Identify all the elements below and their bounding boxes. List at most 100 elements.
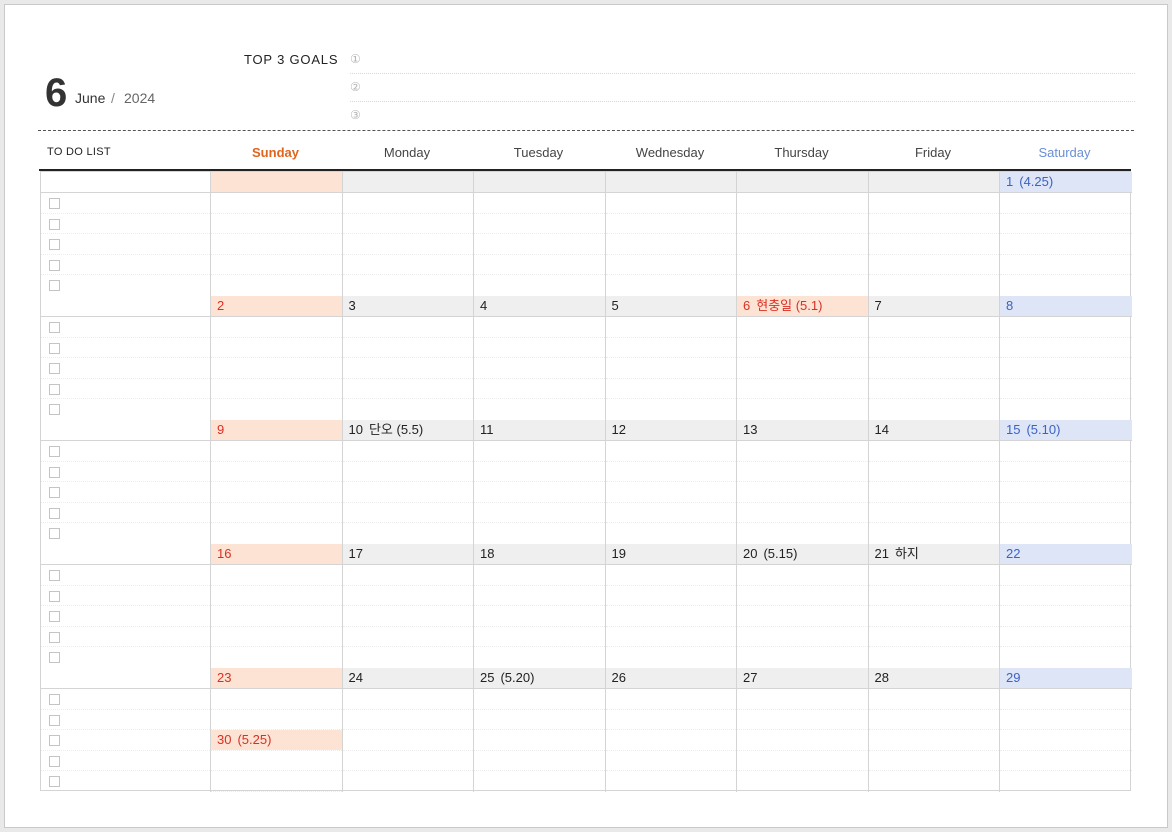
day-cell[interactable]: 17 bbox=[342, 544, 474, 668]
note-line bbox=[211, 214, 342, 235]
day-cell[interactable]: 13 bbox=[737, 420, 869, 544]
day-number: 25 bbox=[480, 670, 495, 685]
week-row: 23 30 (5.25) 24 25 (5.20) 26 27 28 29 bbox=[41, 668, 1132, 792]
todo-checkbox[interactable] bbox=[49, 631, 60, 643]
todo-checkbox[interactable] bbox=[49, 694, 60, 705]
day-cell[interactable]: 26 bbox=[605, 668, 737, 792]
note-line bbox=[211, 234, 342, 255]
day-cell[interactable] bbox=[211, 172, 343, 296]
day-cell[interactable]: 10 단오 (5.5) bbox=[342, 420, 474, 544]
day-number: 15 bbox=[1006, 422, 1021, 437]
todo-checkbox[interactable] bbox=[49, 755, 60, 767]
month-number: 6 bbox=[45, 71, 68, 115]
day-cell[interactable] bbox=[474, 172, 606, 296]
todo-item bbox=[41, 441, 210, 462]
dow-saturday: Saturday bbox=[1038, 145, 1091, 160]
day-cell[interactable]: 21 하지 bbox=[868, 544, 1000, 668]
todo-checkbox[interactable] bbox=[49, 487, 60, 499]
day-cell[interactable]: 11 bbox=[474, 420, 606, 544]
note-line bbox=[1000, 586, 1132, 607]
note-line bbox=[868, 689, 999, 710]
note-line bbox=[605, 482, 736, 503]
todo-checkbox[interactable] bbox=[49, 776, 60, 788]
day-cell[interactable]: 19 bbox=[605, 544, 737, 668]
day-number: 20 bbox=[743, 546, 758, 561]
day-cell[interactable]: 4 bbox=[474, 296, 606, 420]
todo-checkbox[interactable] bbox=[49, 383, 60, 395]
day-number: 12 bbox=[611, 422, 626, 437]
note-line bbox=[868, 482, 999, 503]
todo-item bbox=[41, 379, 210, 400]
todo-checkbox[interactable] bbox=[49, 259, 60, 271]
day-cell[interactable]: 7 bbox=[868, 296, 1000, 420]
extra-day-30[interactable]: 30 (5.25) bbox=[211, 730, 342, 750]
note-line bbox=[868, 462, 999, 483]
day-number: 6 bbox=[743, 298, 751, 313]
day-cell[interactable]: 29 bbox=[1000, 668, 1132, 792]
day-cell[interactable]: 1 (4.25) bbox=[1000, 172, 1132, 296]
todo-checkbox[interactable] bbox=[49, 507, 60, 519]
todo-checkbox[interactable] bbox=[49, 280, 60, 292]
day-cell[interactable]: 3 bbox=[342, 296, 474, 420]
day-cell[interactable]: 27 bbox=[737, 668, 869, 792]
day-cell[interactable]: 20 (5.15) bbox=[737, 544, 869, 668]
day-cell[interactable]: 28 bbox=[868, 668, 1000, 792]
todo-checkbox[interactable] bbox=[49, 735, 60, 747]
year-separator: / bbox=[111, 90, 115, 106]
todo-checkbox[interactable] bbox=[49, 218, 60, 230]
todo-checkbox[interactable] bbox=[49, 714, 60, 726]
note-line bbox=[342, 751, 473, 772]
day-cell[interactable]: 6 현충일 (5.1) bbox=[737, 296, 869, 420]
day-cell[interactable]: 12 bbox=[605, 420, 737, 544]
day-cell[interactable]: 15 (5.10) bbox=[1000, 420, 1132, 544]
day-cell[interactable]: 25 (5.20) bbox=[474, 668, 606, 792]
note-line bbox=[868, 503, 999, 524]
day-cell[interactable]: 24 bbox=[342, 668, 474, 792]
goal-row-3[interactable]: ③ bbox=[350, 102, 1135, 130]
todo-checkbox[interactable] bbox=[49, 466, 60, 478]
day-number: 29 bbox=[1006, 670, 1021, 685]
note-line bbox=[605, 358, 736, 379]
day-cell[interactable]: 23 30 (5.25) bbox=[211, 668, 343, 792]
note-line bbox=[737, 275, 868, 296]
day-cell[interactable]: 16 bbox=[211, 544, 343, 668]
day-number: 24 bbox=[348, 670, 363, 685]
todo-checkbox[interactable] bbox=[49, 570, 60, 581]
note-line bbox=[737, 689, 868, 710]
day-number: 1 bbox=[1006, 174, 1014, 189]
note-line bbox=[737, 317, 868, 338]
note-line bbox=[211, 462, 342, 483]
note-line bbox=[342, 606, 473, 627]
day-cell[interactable] bbox=[342, 172, 474, 296]
day-cell[interactable]: 22 bbox=[1000, 544, 1132, 668]
todo-checkbox[interactable] bbox=[49, 404, 60, 416]
day-cell[interactable]: 14 bbox=[868, 420, 1000, 544]
note-line bbox=[1000, 627, 1132, 648]
day-cell[interactable]: 9 bbox=[211, 420, 343, 544]
todo-checkbox[interactable] bbox=[49, 446, 60, 457]
note-line bbox=[605, 338, 736, 359]
goal-row-2[interactable]: ② bbox=[350, 74, 1135, 102]
day-cell[interactable] bbox=[868, 172, 1000, 296]
todo-checkbox[interactable] bbox=[49, 322, 60, 333]
todo-checkbox[interactable] bbox=[49, 363, 60, 375]
todo-checkbox[interactable] bbox=[49, 590, 60, 602]
todo-checkbox[interactable] bbox=[49, 652, 60, 664]
day-cell[interactable] bbox=[737, 172, 869, 296]
day-number: 3 bbox=[348, 298, 356, 313]
day-cell[interactable]: 5 bbox=[605, 296, 737, 420]
todo-checkbox[interactable] bbox=[49, 528, 60, 540]
note-line bbox=[211, 627, 342, 648]
day-cell[interactable]: 18 bbox=[474, 544, 606, 668]
todo-checkbox[interactable] bbox=[49, 239, 60, 251]
note-line bbox=[342, 586, 473, 607]
day-cell[interactable]: 8 bbox=[1000, 296, 1132, 420]
note-line bbox=[605, 730, 736, 751]
goal-row-1[interactable]: ① bbox=[350, 46, 1135, 74]
day-cell[interactable]: 2 bbox=[211, 296, 343, 420]
todo-item bbox=[41, 710, 210, 731]
todo-checkbox[interactable] bbox=[49, 198, 60, 209]
day-cell[interactable] bbox=[605, 172, 737, 296]
todo-checkbox[interactable] bbox=[49, 611, 60, 623]
todo-checkbox[interactable] bbox=[49, 342, 60, 354]
